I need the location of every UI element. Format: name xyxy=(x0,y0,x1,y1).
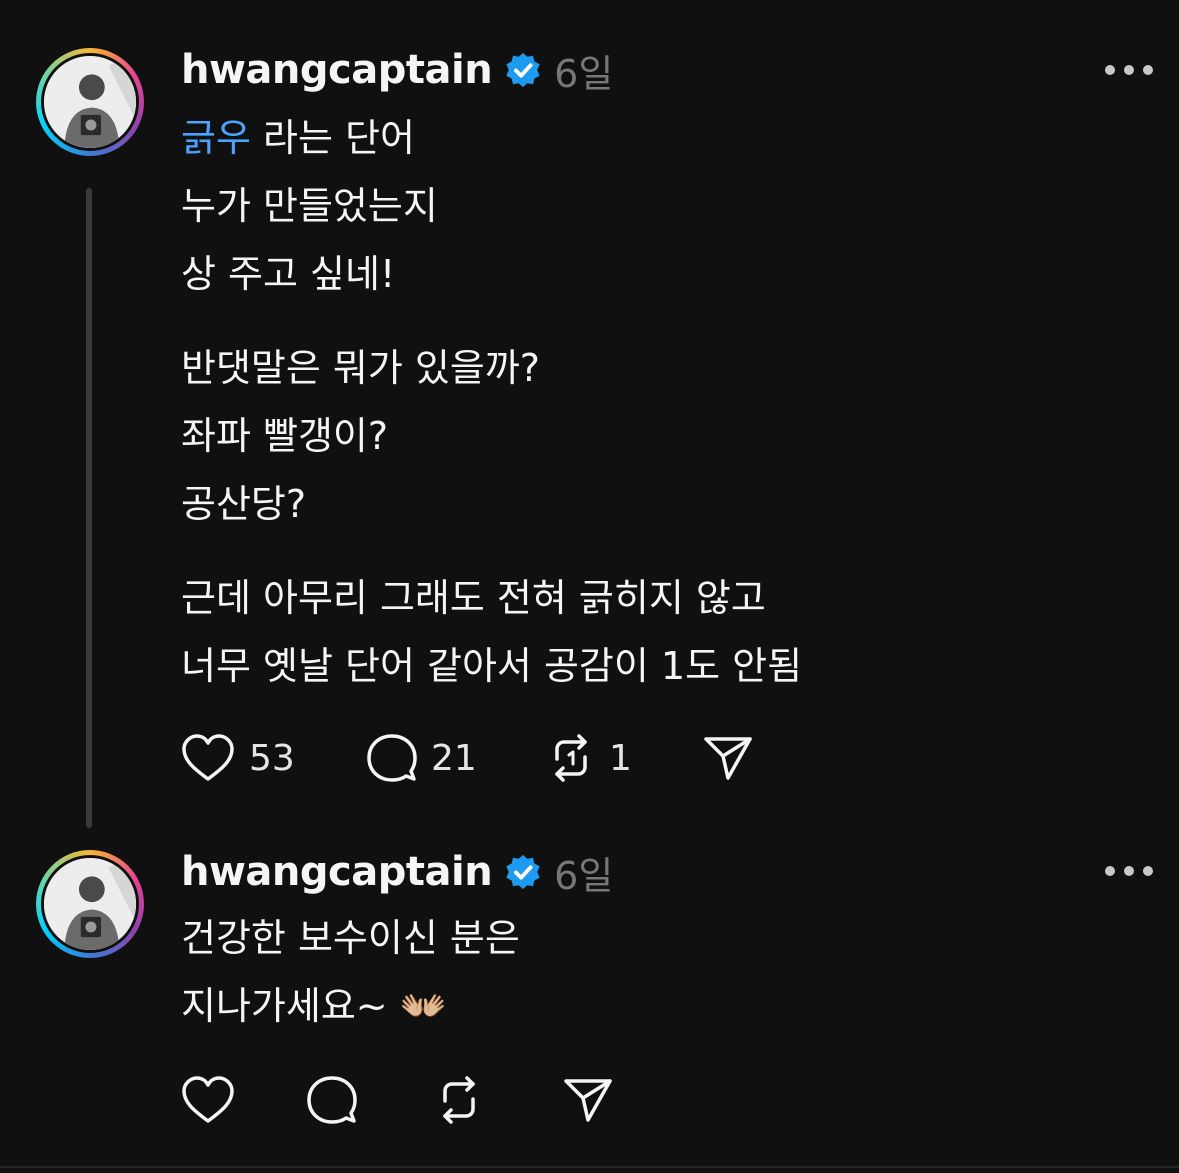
body-line: 반댓말은 뭐가 있을까? xyxy=(181,346,540,390)
body-line: 누가 만들었는지 xyxy=(181,184,438,228)
like-button[interactable]: 53 xyxy=(181,733,367,783)
post-body: 긁우 라는 단어 누가 만들었는지 상 주고 싶네! 반댓말은 뭐가 있을까? … xyxy=(181,104,1139,700)
like-count: 53 xyxy=(249,737,295,779)
body-line: 상 주고 싶네! xyxy=(181,252,396,296)
divider xyxy=(0,1166,1179,1168)
send-icon xyxy=(704,737,752,780)
post-time: 6일 xyxy=(554,853,614,898)
thread-line xyxy=(86,188,92,828)
reply-count: 21 xyxy=(431,737,477,779)
repost-icon xyxy=(555,734,587,782)
body-line: 너무 옛날 단어 같아서 공감이 1도 안됨 xyxy=(181,644,803,688)
more-dots-icon[interactable] xyxy=(1105,60,1153,80)
post-header: hwangcaptain 6일 xyxy=(181,842,613,902)
body-line: 긁우 라는 단어 xyxy=(181,104,1139,172)
body-line: 근데 아무리 그래도 전혀 긁히지 않고 xyxy=(181,576,766,620)
repost-count: 1 xyxy=(609,737,632,779)
profile-photo-icon xyxy=(44,56,136,148)
topic-tag[interactable]: 긁우 xyxy=(181,116,251,160)
like-button[interactable] xyxy=(181,1075,307,1125)
more-dots-icon[interactable] xyxy=(1105,861,1153,881)
verified-badge-icon xyxy=(506,854,540,890)
post-actions: 53 21 1 xyxy=(181,728,753,788)
reply-button[interactable] xyxy=(307,1075,435,1125)
username[interactable]: hwangcaptain xyxy=(181,849,493,895)
body-line: 지나가세요~ 👐🏼 xyxy=(181,984,448,1028)
send-icon xyxy=(564,1079,612,1122)
verified-badge-icon xyxy=(506,52,540,88)
comment-bubble-icon xyxy=(367,734,417,782)
repost-icon xyxy=(443,1076,475,1124)
body-line: 건강한 보수이신 분은 xyxy=(181,916,520,960)
post-body: 건강한 보수이신 분은 지나가세요~ 👐🏼 xyxy=(181,904,1139,1040)
share-button[interactable] xyxy=(563,1076,613,1124)
body-line: 공산당? xyxy=(181,482,307,526)
body-line: 좌파 빨갱이? xyxy=(181,414,389,458)
repost-button[interactable]: 1 xyxy=(547,733,703,783)
profile-photo-icon xyxy=(44,858,136,950)
username[interactable]: hwangcaptain xyxy=(181,47,493,93)
body-text: 라는 단어 xyxy=(250,116,415,160)
reply-button[interactable]: 21 xyxy=(367,733,547,783)
repost-button[interactable] xyxy=(435,1075,563,1125)
heart-icon xyxy=(182,734,234,781)
post-header: hwangcaptain 6일 xyxy=(181,40,613,100)
heart-icon xyxy=(182,1076,234,1123)
comment-bubble-icon xyxy=(307,1076,357,1124)
share-button[interactable] xyxy=(703,734,753,782)
avatar[interactable] xyxy=(36,850,144,958)
post-actions xyxy=(181,1070,613,1130)
avatar[interactable] xyxy=(36,48,144,156)
post-time: 6일 xyxy=(554,51,614,96)
